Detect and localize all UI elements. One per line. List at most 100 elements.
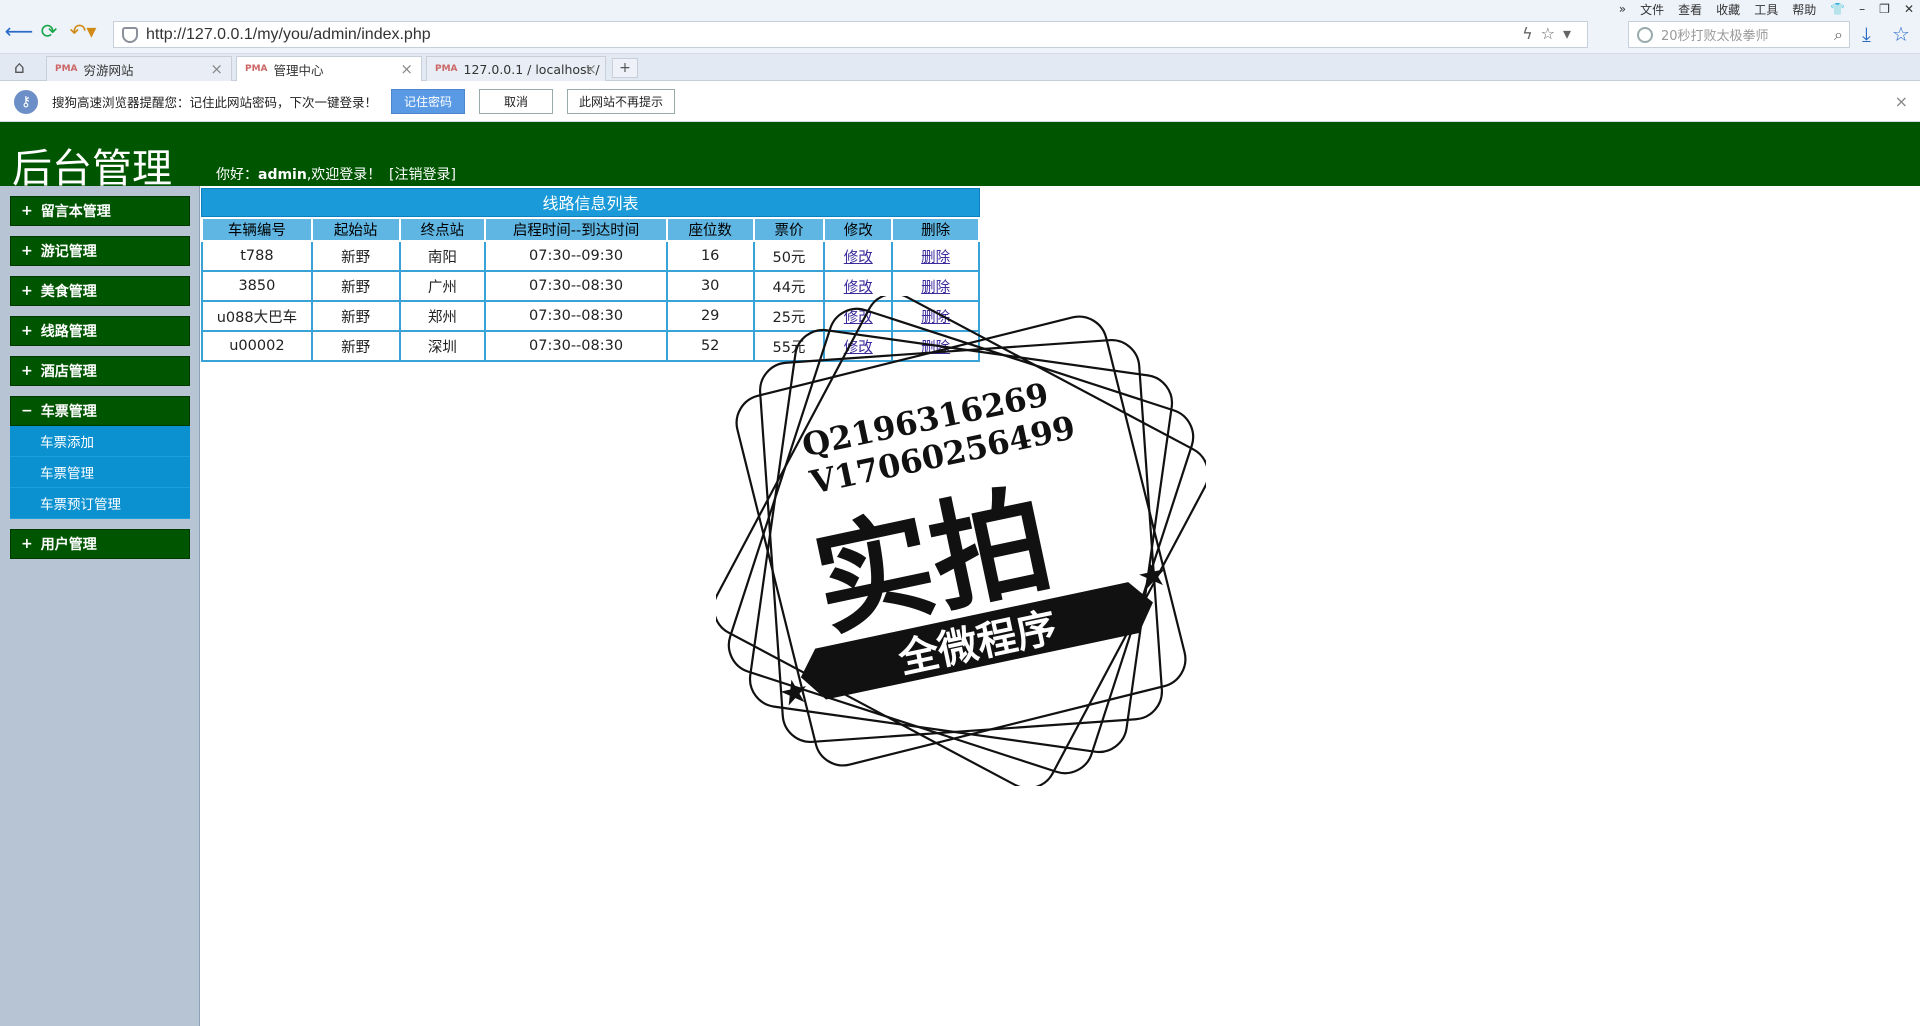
refresh-icon[interactable]: ⟳ <box>36 18 62 44</box>
submenu-ticket-booking[interactable]: 车票预订管理 <box>10 488 190 519</box>
col-header-edit: 修改 <box>823 217 894 242</box>
sidebar-item-label: 用户管理 <box>40 537 97 553</box>
cell-origin: 新野 <box>310 240 401 272</box>
browser-menu: » 文件 查看 收藏 工具 帮助 👕 – ❐ ✕ <box>1619 0 1914 18</box>
table-caption: 线路信息列表 <box>201 188 980 217</box>
search-icon[interactable]: ⌕ <box>1834 25 1843 45</box>
sidebar-item-hotels[interactable]: + 酒店管理 <box>10 356 190 386</box>
col-header-price: 票价 <box>752 217 826 242</box>
address-bar[interactable]: http://127.0.0.1/my/you/admin/index.php … <box>113 21 1588 48</box>
tab-label: 穷游网站 <box>83 62 134 78</box>
restore-icon[interactable]: ❐ <box>1879 2 1890 16</box>
edit-link[interactable]: 修改 <box>844 250 873 266</box>
sidebar-item-label: 线路管理 <box>40 324 97 340</box>
edit-link[interactable]: 修改 <box>844 340 873 356</box>
new-tab-button[interactable]: + <box>612 58 638 78</box>
welcome-text: 你好：admin,欢迎登录！ <box>216 164 381 184</box>
submenu-ticket-add[interactable]: 车票添加 <box>10 426 190 457</box>
minimize-icon[interactable]: – <box>1859 2 1865 16</box>
password-notification-bar: ⚷ 搜狗高速浏览器提醒您：记住此网站密码，下次一键登录！ 记住密码 取消 此网站… <box>0 82 1920 122</box>
logout-link[interactable]: [注销登录] <box>389 164 456 184</box>
edit-link[interactable]: 修改 <box>844 310 873 326</box>
table-row: u088大巴车 新野 郑州 07:30--08:30 29 25元 修改 删除 <box>201 300 980 332</box>
close-tab-icon[interactable]: × <box>210 60 223 78</box>
edit-link[interactable]: 修改 <box>844 280 873 296</box>
bookmark-star-icon[interactable]: ☆ <box>1541 24 1563 43</box>
url-text[interactable]: http://127.0.0.1/my/you/admin/index.php <box>146 26 431 44</box>
cell-delete: 删除 <box>891 270 980 302</box>
watermark-banner-text: 全微程序 <box>894 605 1061 683</box>
table-header-row: 车辆编号 起始站 终点站 启程时间--到达时间 座位数 票价 修改 删除 <box>201 217 980 242</box>
address-toolbar: » 文件 查看 收藏 工具 帮助 👕 – ❐ ✕ ⟵ ⟳ ↶▾ http://1… <box>0 0 1920 54</box>
delete-link[interactable]: 删除 <box>921 280 950 296</box>
sidebar-item-label: 车票管理 <box>40 404 97 420</box>
menu-tools[interactable]: 工具 <box>1754 1 1778 18</box>
sidebar-item-routes[interactable]: + 线路管理 <box>10 316 190 346</box>
col-header-origin: 起始站 <box>310 217 401 242</box>
watermark-line1: Q2196316269 <box>799 375 1052 464</box>
col-header-vehicle-id: 车辆编号 <box>201 217 313 242</box>
cell-vehicle-id: 3850 <box>201 270 313 302</box>
menu-help[interactable]: 帮助 <box>1792 1 1816 18</box>
cell-destination: 南阳 <box>398 240 487 272</box>
watermark-big-text: 实拍 <box>803 469 1063 653</box>
back-icon[interactable]: ⟵ <box>5 18 34 44</box>
cell-seats: 30 <box>665 270 755 302</box>
sidebar-item-travelogue[interactable]: + 游记管理 <box>10 236 190 266</box>
star-icon: ★ <box>1134 553 1172 598</box>
expand-icon: + <box>21 283 33 299</box>
cell-origin: 新野 <box>310 300 401 332</box>
sidebar-item-users[interactable]: + 用户管理 <box>10 529 190 559</box>
delete-link[interactable]: 删除 <box>921 250 950 266</box>
table-row: t788 新野 南阳 07:30--09:30 16 50元 修改 删除 <box>201 240 980 272</box>
cell-delete: 删除 <box>891 240 980 272</box>
menu-file[interactable]: 文件 <box>1640 1 1664 18</box>
sidebar-item-food[interactable]: + 美食管理 <box>10 276 190 306</box>
delete-link[interactable]: 删除 <box>921 310 950 326</box>
delete-link[interactable]: 删除 <box>921 340 950 356</box>
lightning-icon[interactable]: ϟ <box>1522 24 1541 43</box>
more-icon[interactable]: » <box>1619 2 1626 16</box>
undo-close-icon[interactable]: ↶▾ <box>66 18 100 44</box>
favorites-star-icon[interactable]: ☆ <box>1892 22 1910 46</box>
cell-time: 07:30--08:30 <box>484 270 668 302</box>
sidebar-item-tickets[interactable]: − 车票管理 <box>10 396 190 426</box>
cell-delete: 删除 <box>891 330 980 362</box>
tab-admin-center[interactable]: PMA 管理中心 × <box>236 56 422 81</box>
close-window-icon[interactable]: ✕ <box>1904 2 1914 16</box>
download-icon[interactable]: ⤓ <box>1862 22 1871 46</box>
home-icon[interactable]: ⌂ <box>14 58 25 78</box>
search-input[interactable]: 20秒打败太极拳师 ⌕ <box>1628 21 1850 48</box>
submenu-ticket-manage[interactable]: 车票管理 <box>10 457 190 488</box>
menu-view[interactable]: 查看 <box>1678 1 1702 18</box>
tab-label: 管理中心 <box>273 62 324 78</box>
sidebar-item-guestbook[interactable]: + 留言本管理 <box>10 196 190 226</box>
sidebar-item-label: 美食管理 <box>40 284 97 300</box>
sidebar-item-label: 酒店管理 <box>40 364 97 380</box>
remember-password-button[interactable]: 记住密码 <box>391 89 466 114</box>
close-tab-icon[interactable]: × <box>584 60 597 78</box>
menu-favorites[interactable]: 收藏 <box>1716 1 1740 18</box>
table-row: 3850 新野 广州 07:30--08:30 30 44元 修改 删除 <box>201 270 980 302</box>
tab-bar: ⌂ PMA 穷游网站 × PMA 管理中心 × PMA 127.0.0.1 / … <box>0 54 1920 81</box>
sidebar: + 留言本管理 + 游记管理 + 美食管理 + 线路管理 + 酒店管理 − 车票… <box>0 186 200 1026</box>
cell-seats: 29 <box>665 300 755 332</box>
tab-localhost[interactable]: PMA 127.0.0.1 / localhost / × <box>426 56 606 81</box>
close-tab-icon[interactable]: × <box>400 60 413 78</box>
never-prompt-button[interactable]: 此网站不再提示 <box>567 89 676 114</box>
tickets-submenu: 车票添加 车票管理 车票预订管理 <box>10 426 190 519</box>
col-header-destination: 终点站 <box>398 217 487 242</box>
search-engine-icon <box>1637 26 1653 43</box>
cancel-button[interactable]: 取消 <box>479 89 554 114</box>
skin-icon[interactable]: 👕 <box>1830 2 1845 16</box>
admin-header: 后台管理 你好：admin,欢迎登录！ [注销登录] <box>0 122 1920 192</box>
pma-favicon-icon: PMA <box>435 64 458 74</box>
security-shield-icon <box>122 26 138 43</box>
cell-time: 07:30--09:30 <box>484 240 668 272</box>
tab-qiongyou[interactable]: PMA 穷游网站 × <box>46 56 232 81</box>
cell-price: 50元 <box>752 240 826 272</box>
notification-text: 搜狗高速浏览器提醒您：记住此网站密码，下次一键登录！ <box>52 95 378 110</box>
close-icon[interactable]: × <box>1895 92 1908 111</box>
dropdown-icon[interactable]: ▾ <box>1563 24 1579 43</box>
username: admin <box>258 167 307 183</box>
